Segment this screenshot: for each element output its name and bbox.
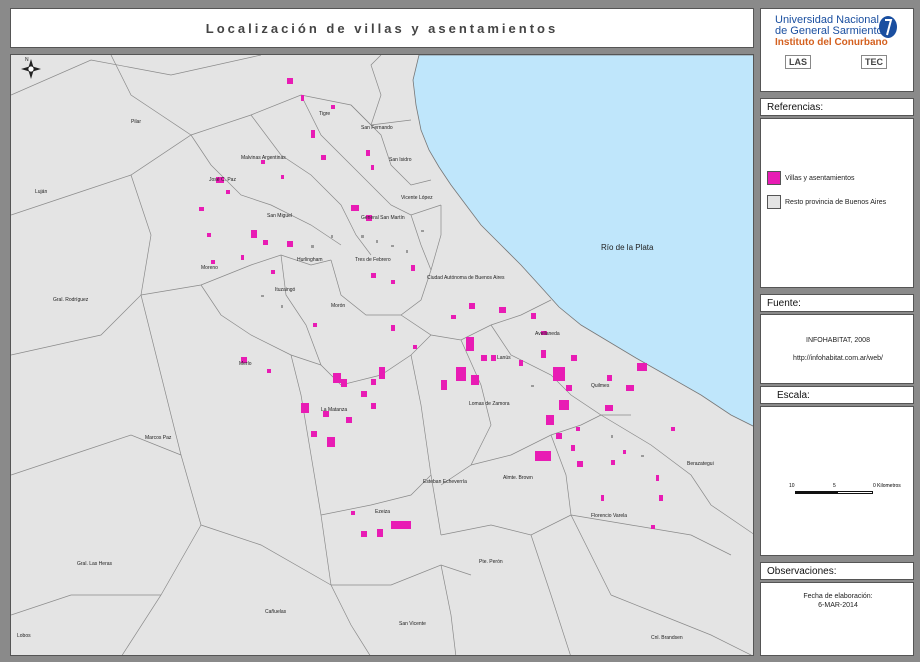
scale-tick-10: 10: [789, 483, 795, 489]
map-title-box: Localización de villas y asentamientos: [10, 8, 754, 48]
logo-university-line2: de General Sarmiento: [775, 25, 883, 37]
label-pte-peron: Pte. Perón: [479, 559, 503, 565]
label-moron: Morón: [331, 303, 346, 309]
scale-header: Escala:: [760, 386, 914, 404]
las-logo-icon: LAS: [785, 55, 811, 69]
label-general-san-martin: General San Martín: [361, 215, 405, 221]
label-alte-brown: Almte. Brown: [503, 475, 533, 481]
north-arrow-icon: [21, 59, 41, 79]
label-caba: Ciudad Autónoma de Buenos Aires: [427, 275, 505, 281]
notes-panel: Fecha de elaboración: 6-MAR-2014: [760, 582, 914, 656]
label-lobos: Lobos: [17, 633, 31, 639]
label-pilar: Pilar: [131, 119, 142, 125]
label-san-fernando: San Fernando: [361, 125, 393, 131]
label-malvinas: Malvinas Argentinas: [241, 155, 286, 161]
label-brandsen: Cnl. Brandsen: [651, 635, 683, 641]
label-esteban-echeverria: Esteban Echeverría: [423, 479, 467, 485]
logo-panel: Universidad Nacional de General Sarmient…: [760, 8, 914, 92]
notes-line2: 6-MAR-2014: [818, 602, 858, 609]
label-lanus: Lanús: [497, 355, 511, 361]
source-line1: INFOHABITAT, 2008: [806, 337, 870, 344]
legend-header: Referencias:: [760, 98, 914, 116]
label-hurlingham: Hurlingham: [297, 257, 323, 263]
map-svg: [11, 55, 753, 655]
scale-unit: 0 Kilometros: [873, 483, 901, 489]
label-san-isidro: San Isidro: [389, 157, 412, 163]
label-tigre: Tigre: [319, 111, 331, 117]
label-ezeiza: Ezeiza: [375, 509, 391, 515]
notes-line1: Fecha de elaboración:: [803, 593, 873, 600]
label-avellaneda: Avellaneda: [535, 331, 560, 337]
label-lomas: Lomas de Zamora: [469, 401, 510, 407]
label-moreno: Moreno: [201, 265, 218, 271]
label-tres-de-febrero: Tres de Febrero: [355, 257, 391, 263]
legend-panel: Villas y asentamientos Resto provincia d…: [760, 118, 914, 288]
legend-swatch-rest: [767, 195, 781, 209]
scale-panel: 10 5 0 Kilometros: [760, 406, 914, 556]
label-marcos-paz: Marcos Paz: [145, 435, 172, 441]
legend-label-settlements: Villas y asentamientos: [785, 175, 855, 182]
label-san-miguel: San Miguel: [267, 213, 293, 219]
legend-swatch-settlements: [767, 171, 781, 185]
notes-header: Observaciones:: [760, 562, 914, 580]
label-gral-rodriguez: Gral. Rodríguez: [53, 297, 89, 303]
label-berazategui: Berazategui: [687, 461, 714, 467]
label-canuelas: Cañuelas: [265, 609, 287, 615]
label-gral-las-heras: Gral. Las Heras: [77, 561, 113, 567]
source-line2: http://infohabitat.com.ar/web/: [793, 355, 883, 362]
scale-tick-5: 5: [833, 483, 836, 489]
source-panel: INFOHABITAT, 2008 http://infohabitat.com…: [760, 314, 914, 384]
label-san-vicente: San Vicente: [399, 621, 426, 627]
north-label: N: [25, 57, 29, 63]
map-area: N Pilar Luján Tigre San Fernando San Isi…: [10, 54, 754, 656]
source-header: Fuente:: [760, 294, 914, 312]
scale-bar-left: [795, 491, 837, 494]
logo-institute: Instituto del Conurbano: [775, 37, 888, 48]
legend-label-rest: Resto provincia de Buenos Aires: [785, 199, 887, 206]
label-lujan: Luján: [35, 189, 48, 195]
tec-logo-icon: TEC: [861, 55, 887, 69]
label-jose-c-paz: José C. Paz: [209, 177, 236, 183]
label-merlo: Merlo: [239, 361, 252, 367]
label-la-matanza: La Matanza: [321, 407, 348, 413]
scale-bar-right: [837, 491, 873, 494]
label-quilmes: Quilmes: [591, 383, 610, 389]
label-florencio-varela: Florencio Varela: [591, 513, 628, 519]
university-logo-icon: [879, 16, 897, 38]
map-title: Localización de villas y asentamientos: [205, 20, 559, 36]
label-vicente-lopez: Vicente López: [401, 195, 433, 201]
label-ituzaingo: Ituzaingó: [275, 287, 296, 293]
label-rio-de-la-plata: Río de la Plata: [601, 243, 654, 252]
